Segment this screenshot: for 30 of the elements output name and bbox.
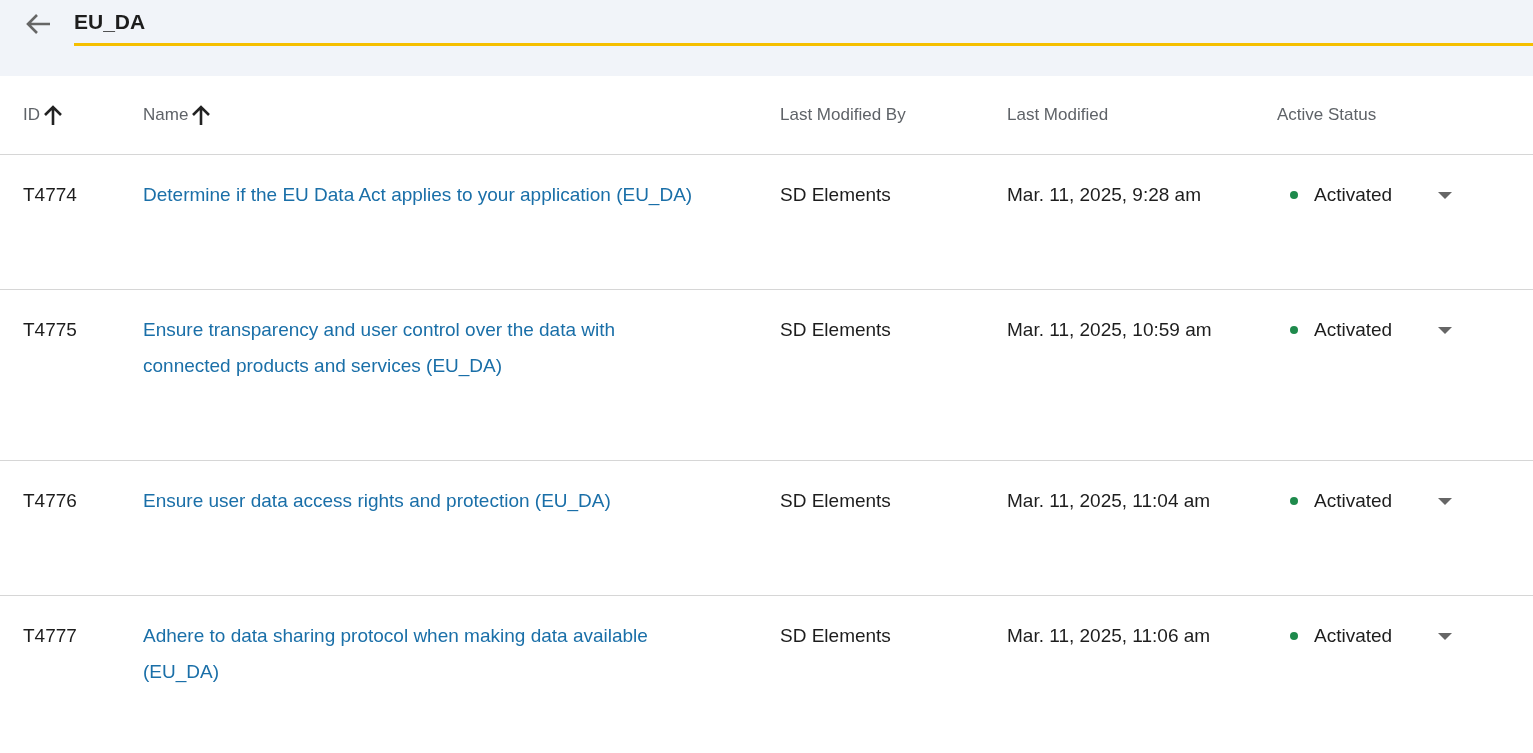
modified-by-cell-text: SD Elements [780,624,892,648]
modified-date-cell-text: Mar. 11, 2025, 10:59 am [1007,318,1213,342]
modified-by-cell-text: SD Elements [780,489,892,513]
column-header[interactable]: Last Modified By [780,105,1007,125]
column-header[interactable]: Active Status [1277,105,1533,125]
status-text: Activated [1314,489,1393,513]
modified-by-cell-text: SD Elements [780,183,892,207]
id-cell-text: T4776 [23,489,78,513]
status-text: Activated [1314,183,1393,207]
column-header[interactable]: Last Modified [1007,105,1277,125]
caret-down-icon [1438,191,1453,199]
column-header[interactable]: ID [23,104,143,126]
modified-date-cell-text: Mar. 11, 2025, 11:06 am [1007,624,1212,648]
name-link[interactable]: Determine if the EU Data Act applies to your application (EU_DA) [143,177,699,213]
id-cell-text: T4775 [23,318,78,342]
name-link[interactable]: Ensure user data access rights and protection (EU_DA) [143,483,699,519]
status-text: Activated [1314,318,1393,342]
name-link[interactable]: Ensure transparency and user control over the data with connected products and services (EU_DA) [143,312,699,384]
back-arrow-icon [25,13,51,35]
id-cell-text: T4774 [23,183,78,207]
id-cell-text: T4777 [23,624,78,648]
modified-by-cell-text: SD Elements [780,318,892,342]
modified-date-cell-text: Mar. 11, 2025, 11:04 am [1007,489,1212,513]
modified-date-cell-text: Mar. 11, 2025, 9:28 am [1007,183,1202,207]
caret-down-icon [1438,497,1453,505]
column-header[interactable]: Name [143,104,780,126]
caret-down-icon [1438,326,1453,334]
name-link[interactable]: Adhere to data sharing protocol when making data available (EU_DA) [143,618,699,690]
caret-down-icon [1438,632,1453,640]
status-text: Activated [1314,624,1393,648]
